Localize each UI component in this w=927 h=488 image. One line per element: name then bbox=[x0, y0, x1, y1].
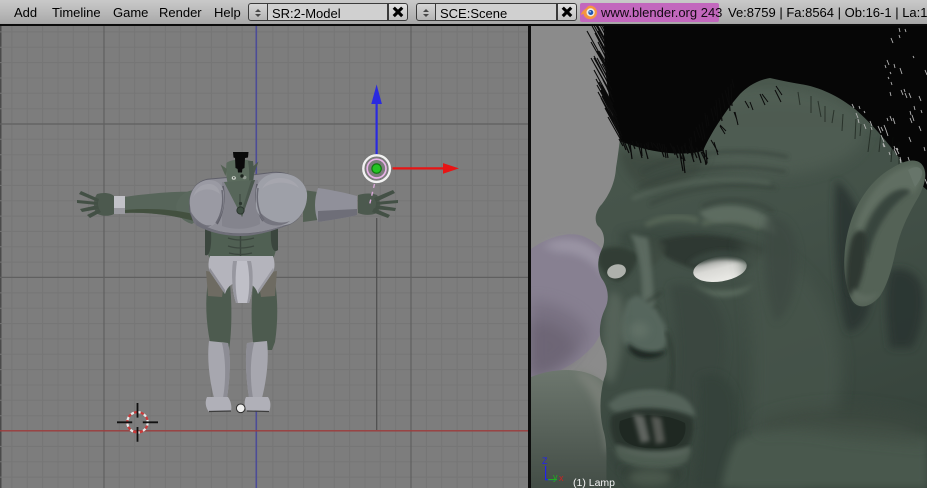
svg-text:Z: Z bbox=[542, 456, 548, 466]
svg-text:(1) Lamp: (1) Lamp bbox=[573, 477, 615, 488]
svg-text:x: x bbox=[559, 473, 564, 483]
svg-text:y: y bbox=[553, 472, 558, 482]
